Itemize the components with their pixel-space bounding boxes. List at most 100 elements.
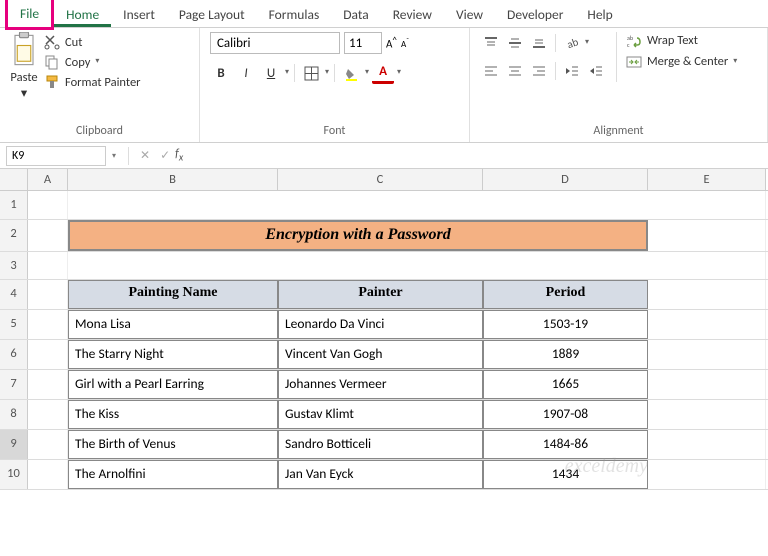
row-header[interactable]: 9 [0,430,28,459]
cell[interactable] [648,370,766,399]
group-alignment-label: Alignment [480,122,757,140]
row-header[interactable]: 7 [0,370,28,399]
col-header-c[interactable]: C [278,169,483,190]
cell[interactable]: Mona Lisa [68,310,278,339]
align-left-button[interactable] [480,60,502,82]
select-all-corner[interactable] [0,169,28,190]
header-cell[interactable]: Painting Name [68,280,278,309]
cell[interactable]: The Arnolfini [68,460,278,489]
row-header[interactable]: 1 [0,191,28,219]
tab-file[interactable]: File [5,0,54,30]
col-header-a[interactable]: A [28,169,68,190]
cell[interactable]: 1665 [483,370,648,399]
align-bottom-button[interactable] [528,32,550,54]
cell[interactable]: The Kiss [68,400,278,429]
cell[interactable]: 1503-19 [483,310,648,339]
wrap-text-button[interactable]: abcWrap Text [626,33,737,48]
cell[interactable]: The Starry Night [68,340,278,369]
tab-home[interactable]: Home [54,1,111,27]
row-header[interactable]: 4 [0,280,28,309]
chevron-down-icon[interactable]: ▾ [325,67,329,77]
decrease-indent-button[interactable] [561,60,583,82]
title-cell[interactable]: Encryption with a Password [68,220,648,251]
orientation-button[interactable]: ab [561,32,583,54]
cell[interactable] [28,430,68,459]
merge-center-button[interactable]: Merge & Center▾ [626,54,737,69]
fill-color-button[interactable] [340,62,362,84]
row-header[interactable]: 3 [0,252,28,280]
cell[interactable] [28,400,68,429]
row-header[interactable]: 10 [0,460,28,489]
chevron-down-icon[interactable]: ▾ [365,67,369,77]
cell[interactable]: Jan Van Eyck [278,460,483,489]
chevron-down-icon[interactable]: ▾ [285,67,289,77]
enter-icon[interactable]: ✓ [155,148,175,163]
fx-icon[interactable]: fx [175,147,183,163]
tab-help[interactable]: Help [575,1,624,27]
increase-font-button[interactable]: A^ [386,35,397,51]
header-cell[interactable]: Period [483,280,648,309]
cell[interactable] [648,400,766,429]
paste-button[interactable]: Paste ▾ [10,32,38,101]
cancel-icon[interactable]: ✕ [135,148,155,163]
tab-insert[interactable]: Insert [111,1,167,27]
cell[interactable]: Girl with a Pearl Earring [68,370,278,399]
cell[interactable] [648,430,766,459]
underline-button[interactable]: U [260,62,282,84]
cut-button[interactable]: Cut [44,34,141,50]
align-right-button[interactable] [528,60,550,82]
cell[interactable]: Johannes Vermeer [278,370,483,399]
tab-view[interactable]: View [444,1,495,27]
font-name-input[interactable] [210,32,340,54]
cell[interactable]: Vincent Van Gogh [278,340,483,369]
cell[interactable] [648,310,766,339]
cell[interactable]: Gustav Klimt [278,400,483,429]
cell[interactable]: Sandro Botticeli [278,430,483,459]
col-header-e[interactable]: E [648,169,766,190]
decrease-font-button[interactable]: Aˇ [401,37,409,50]
clipboard-icon [10,32,38,68]
bold-button[interactable]: B [210,62,232,84]
tab-formulas[interactable]: Formulas [257,1,332,27]
cell[interactable]: Leonardo Da Vinci [278,310,483,339]
font-color-button[interactable]: A [372,62,394,84]
row-header[interactable]: 5 [0,310,28,339]
tab-data[interactable]: Data [331,1,380,27]
chevron-down-icon[interactable]: ▾ [21,85,27,101]
chevron-down-icon[interactable]: ▾ [585,37,589,47]
cell[interactable] [28,310,68,339]
cell[interactable] [648,460,766,489]
format-painter-button[interactable]: Format Painter [44,74,141,90]
increase-indent-button[interactable] [585,60,607,82]
name-box[interactable]: K9 [6,146,106,166]
chevron-down-icon[interactable]: ▾ [112,151,116,161]
align-middle-button[interactable] [504,32,526,54]
cell[interactable]: 1889 [483,340,648,369]
italic-button[interactable]: I [235,62,257,84]
cell[interactable] [28,370,68,399]
row-header[interactable]: 8 [0,400,28,429]
cell[interactable] [648,340,766,369]
borders-button[interactable] [300,62,322,84]
formula-input[interactable] [189,146,768,166]
tab-page-layout[interactable]: Page Layout [167,1,257,27]
cell[interactable] [28,460,68,489]
header-cell[interactable]: Painter [278,280,483,309]
cell[interactable]: 1907-08 [483,400,648,429]
col-header-b[interactable]: B [68,169,278,190]
row-header[interactable]: 2 [0,220,28,251]
chevron-down-icon[interactable]: ▾ [397,67,401,77]
align-top-button[interactable] [480,32,502,54]
font-size-input[interactable] [344,32,382,54]
tab-review[interactable]: Review [381,1,444,27]
worksheet-grid: A B C D E 1 2 Encryption with a Password… [0,169,768,490]
row-header[interactable]: 6 [0,340,28,369]
copy-button[interactable]: Copy▾ [44,54,141,70]
cell[interactable]: The Birth of Venus [68,430,278,459]
align-center-button[interactable] [504,60,526,82]
col-header-d[interactable]: D [483,169,648,190]
chevron-down-icon[interactable]: ▾ [733,56,737,66]
chevron-down-icon[interactable]: ▾ [95,56,99,66]
tab-developer[interactable]: Developer [495,1,575,27]
cell[interactable] [28,340,68,369]
